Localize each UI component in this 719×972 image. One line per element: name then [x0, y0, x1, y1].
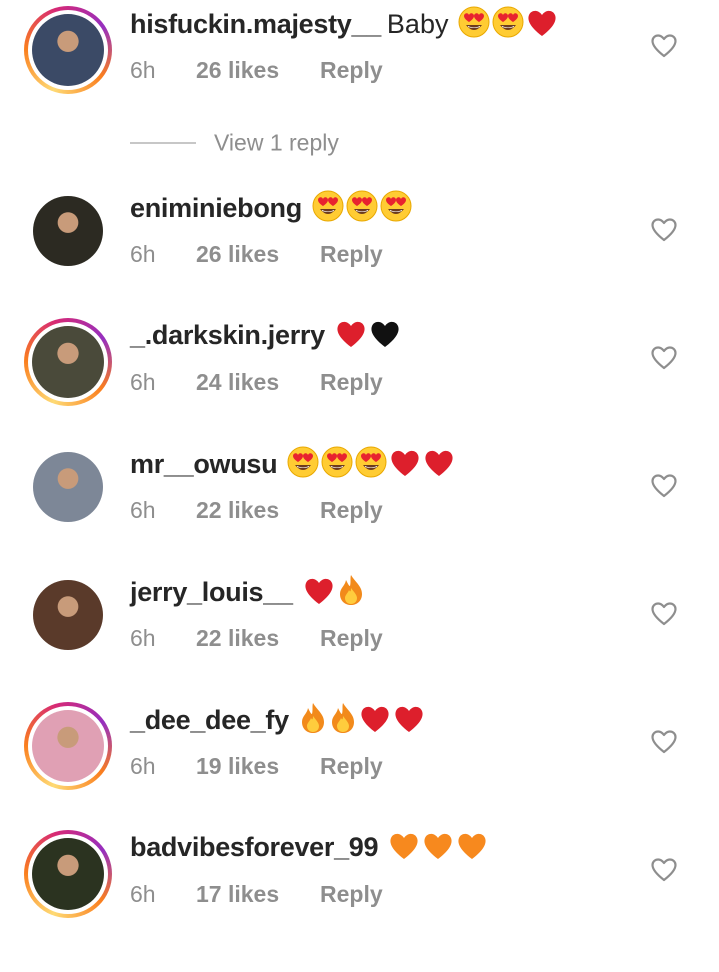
- fire-emoji: [337, 574, 365, 606]
- comment-line: _.darkskin.jerry: [130, 318, 401, 352]
- comment-time: 6h: [130, 57, 156, 83]
- comment-likes[interactable]: 22 likes: [196, 496, 320, 524]
- comment-time: 6h: [130, 241, 156, 267]
- comment-likes[interactable]: 22 likes: [196, 624, 320, 652]
- avatar-image: [33, 452, 103, 522]
- comment-row: mr__owusu 6h 22 likes Reply: [0, 444, 719, 554]
- comment-username[interactable]: _.darkskin.jerry: [130, 320, 325, 350]
- comment-username[interactable]: eniminiebong: [130, 193, 302, 223]
- comment-meta: 6h 26 likes Reply: [130, 56, 383, 84]
- comment-row: _.darkskin.jerry 6h 24 likes Reply: [0, 316, 719, 426]
- heart-outline-icon[interactable]: [651, 730, 677, 754]
- comment-likes[interactable]: 26 likes: [196, 56, 320, 84]
- comment-meta: 6h 22 likes Reply: [130, 624, 383, 652]
- comment-time: 6h: [130, 497, 156, 523]
- comment-username[interactable]: jerry_louis__: [130, 577, 293, 607]
- heart-eyes-emoji: [287, 446, 319, 478]
- comment-time: 6h: [130, 369, 156, 395]
- reply-button[interactable]: Reply: [320, 497, 383, 523]
- comment-row: _dee_dee_fy 6h 19 likes Reply: [0, 700, 719, 810]
- heart-eyes-emoji: [355, 446, 387, 478]
- heart-outline-icon[interactable]: [651, 858, 677, 882]
- comment-line: badvibesforever_99: [130, 830, 488, 864]
- reply-button[interactable]: Reply: [320, 753, 383, 779]
- fire-emoji: [329, 702, 357, 734]
- comment-meta: 6h 26 likes Reply: [130, 240, 383, 268]
- heart-outline-icon[interactable]: [651, 218, 677, 242]
- heart-outline-icon[interactable]: [651, 474, 677, 498]
- red-heart-emoji: [359, 704, 391, 734]
- comment-time: 6h: [130, 625, 156, 651]
- heart-eyes-emoji: [321, 446, 353, 478]
- comment-meta: 6h 22 likes Reply: [130, 496, 383, 524]
- view-replies[interactable]: View 1 reply: [130, 128, 339, 160]
- reply-button[interactable]: Reply: [320, 369, 383, 395]
- comment-meta: 6h 19 likes Reply: [130, 752, 383, 780]
- comment-username[interactable]: hisfuckin.majesty__: [130, 9, 381, 39]
- reply-button[interactable]: Reply: [320, 625, 383, 651]
- black-heart-emoji: [369, 319, 401, 349]
- heart-outline-icon[interactable]: [651, 34, 677, 58]
- comment-row: badvibesforever_99 6h 17 likes Reply: [0, 828, 719, 938]
- avatar-image: [32, 14, 104, 86]
- comment-row: hisfuckin.majesty__ Baby 6h 26 likes Reply Vi…: [0, 4, 719, 155]
- avatar[interactable]: [24, 196, 112, 284]
- avatar[interactable]: [24, 6, 112, 94]
- reply-button[interactable]: Reply: [320, 57, 383, 83]
- red-heart-emoji: [335, 319, 367, 349]
- heart-eyes-emoji: [312, 190, 344, 222]
- reply-button[interactable]: Reply: [320, 881, 383, 907]
- comment-line: hisfuckin.majesty__ Baby: [130, 6, 558, 41]
- comment-line: mr__owusu: [130, 446, 455, 481]
- comment-line: jerry_louis__: [130, 574, 365, 609]
- heart-outline-icon[interactable]: [651, 602, 677, 626]
- comment-line: eniminiebong: [130, 190, 412, 225]
- comment-likes[interactable]: 17 likes: [196, 880, 320, 908]
- comment-likes[interactable]: 26 likes: [196, 240, 320, 268]
- avatar-image: [32, 326, 104, 398]
- comment-row: jerry_louis__ 6h 22 likes Reply: [0, 572, 719, 682]
- avatar-image: [33, 196, 103, 266]
- comment-meta: 6h 17 likes Reply: [130, 880, 383, 908]
- red-heart-emoji: [389, 448, 421, 478]
- comment-text: Baby: [386, 9, 449, 39]
- view-replies-label[interactable]: View 1 reply: [214, 129, 339, 155]
- comment-likes[interactable]: 19 likes: [196, 752, 320, 780]
- red-heart-emoji: [526, 8, 558, 38]
- avatar[interactable]: [24, 452, 112, 540]
- comment-line: _dee_dee_fy: [130, 702, 425, 737]
- avatar[interactable]: [24, 580, 112, 668]
- divider: [130, 141, 196, 144]
- comment-username[interactable]: badvibesforever_99: [130, 832, 379, 862]
- heart-eyes-emoji: [492, 6, 524, 38]
- avatar-image: [33, 580, 103, 650]
- comment-time: 6h: [130, 881, 156, 907]
- red-heart-emoji: [423, 448, 455, 478]
- avatar-image: [32, 838, 104, 910]
- red-heart-emoji: [393, 704, 425, 734]
- red-heart-emoji: [303, 576, 335, 606]
- heart-outline-icon[interactable]: [651, 346, 677, 370]
- comment-username[interactable]: mr__owusu: [130, 449, 278, 479]
- comment-likes[interactable]: 24 likes: [196, 368, 320, 396]
- fire-emoji: [299, 702, 327, 734]
- comment-time: 6h: [130, 753, 156, 779]
- orange-heart-emoji: [422, 831, 454, 861]
- heart-eyes-emoji: [458, 6, 490, 38]
- avatar-image: [32, 710, 104, 782]
- heart-eyes-emoji: [380, 190, 412, 222]
- avatar[interactable]: [24, 318, 112, 406]
- orange-heart-emoji: [456, 831, 488, 861]
- comment-username[interactable]: _dee_dee_fy: [130, 705, 289, 735]
- comment-row: eniminiebong 6h 26 likes Reply: [0, 188, 719, 298]
- avatar[interactable]: [24, 702, 112, 790]
- orange-heart-emoji: [388, 831, 420, 861]
- reply-button[interactable]: Reply: [320, 241, 383, 267]
- comment-meta: 6h 24 likes Reply: [130, 368, 383, 396]
- heart-eyes-emoji: [346, 190, 378, 222]
- avatar[interactable]: [24, 830, 112, 918]
